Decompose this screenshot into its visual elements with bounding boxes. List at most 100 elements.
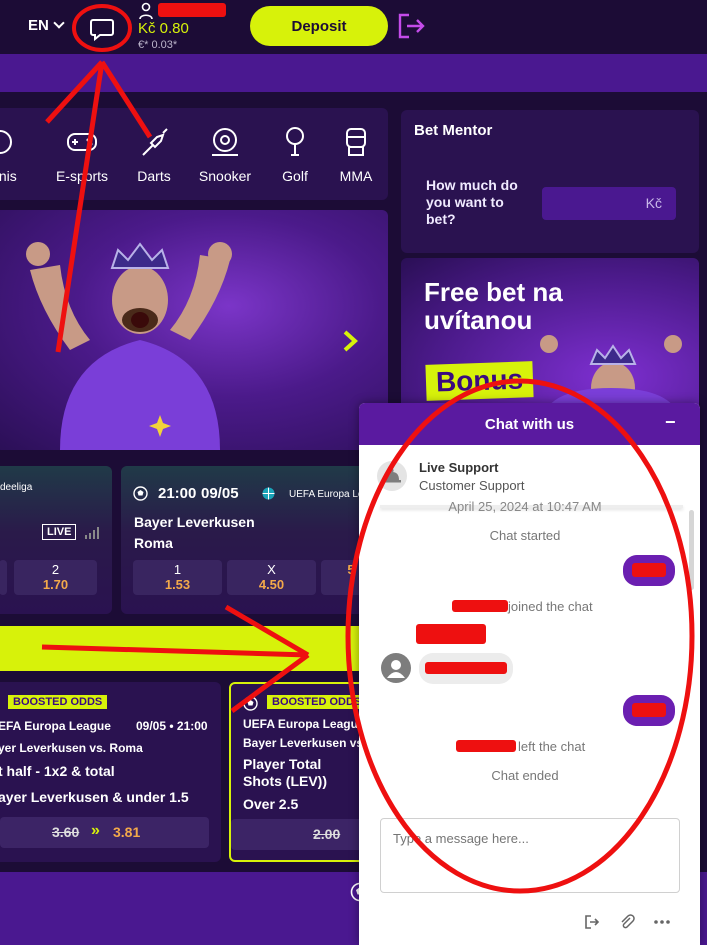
minimize-button[interactable]: − <box>665 412 676 433</box>
odds-key: 2 <box>51 562 60 577</box>
globe-icon <box>262 487 275 505</box>
chat-date: April 25, 2024 at 10:47 AM <box>448 499 602 514</box>
snooker-icon <box>190 124 260 160</box>
hero-banner[interactable] <box>0 210 388 450</box>
chat-header-title: Chat with us <box>359 403 700 445</box>
sport-label: Golf <box>282 168 308 184</box>
promo-strip <box>0 54 707 92</box>
sport-label: E-sports <box>55 168 109 184</box>
boosted-odds-button[interactable]: 3.60 » 3.81 <box>0 817 209 848</box>
boosted-selection: ayer Leverkusen & under 1.5 <box>0 789 189 805</box>
redacted-agent-name <box>456 740 516 752</box>
sport-label: Darts <box>137 168 171 184</box>
exit-chat-icon[interactable] <box>583 914 601 932</box>
sport-label: MMA <box>339 168 373 184</box>
joined-message: joined the chat <box>508 599 593 614</box>
chat-message-input[interactable] <box>380 818 680 893</box>
odds-value: 1.53 <box>164 577 191 592</box>
match-date: 09/05 <box>201 485 239 502</box>
logout-icon[interactable] <box>397 12 427 40</box>
odds-button[interactable]: X 4.50 <box>227 560 316 595</box>
odds-button[interactable] <box>0 560 7 595</box>
boosted-card[interactable]: BOOSTED ODDS UEFA Europa League Bayer Le… <box>229 682 369 862</box>
odds-value: 4.50 <box>258 577 285 592</box>
gamepad-icon <box>47 124 117 160</box>
odds-button[interactable]: 2 1.70 <box>14 560 97 595</box>
redacted-agent-name <box>452 600 508 612</box>
match-league: UEFA Europa Le <box>289 489 364 500</box>
boosted-league: EFA Europa League <box>0 719 111 733</box>
boosted-odds-tag: BOOSTED ODDS <box>267 695 367 709</box>
sport-label: Snooker <box>198 168 252 184</box>
soccer-ball-icon <box>133 486 148 506</box>
sport-esports[interactable]: E-sports <box>47 124 117 184</box>
double-chevron-icon: » <box>91 822 100 839</box>
bell-icon <box>377 461 407 491</box>
boosted-market: Player Total Shots (LEV)) <box>243 756 327 789</box>
deposit-button[interactable]: Deposit <box>250 6 388 46</box>
lime-promo-bar[interactable] <box>0 626 365 671</box>
signal-bars-icon <box>85 526 101 544</box>
odds-value: 1.70 <box>42 577 69 592</box>
language-label: EN <box>28 17 49 34</box>
more-options-icon[interactable] <box>653 914 671 932</box>
bet-mentor-title: Bet Mentor <box>414 122 493 139</box>
old-odds: 2.00 <box>313 826 341 842</box>
chevron-right-icon[interactable] <box>340 328 360 354</box>
old-odds: 3.60 <box>52 824 80 840</box>
bonus-balance: €* 0.03* <box>138 39 178 51</box>
match-time: 21:00 <box>158 485 197 502</box>
promo-title: Free bet na uvítanou <box>424 277 563 335</box>
tennis-icon <box>0 124 35 160</box>
sport-golf[interactable]: Golf <box>260 124 330 184</box>
boosted-match: yer Leverkusen vs. Roma <box>0 741 143 755</box>
golf-icon <box>260 124 330 160</box>
odds-button[interactable]: 1 1.53 <box>133 560 222 595</box>
celebrating-fan-image <box>26 242 232 450</box>
boosted-odds-button[interactable]: 2.00 <box>231 819 363 850</box>
chevron-down-icon <box>53 17 65 29</box>
bet-amount-input[interactable]: Kč <box>542 187 676 220</box>
chat-ended: Chat ended <box>491 768 559 783</box>
match-card[interactable]: 21:00 09/05 UEFA Europa Le Bayer Leverku… <box>121 466 366 614</box>
sport-label: ennis <box>0 168 17 184</box>
team-home: Bayer Leverkusen <box>134 514 255 530</box>
user-icon[interactable] <box>139 2 153 20</box>
language-selector[interactable]: EN <box>28 17 65 34</box>
mma-glove-icon <box>321 124 391 160</box>
chat-scrollbar[interactable] <box>689 510 694 590</box>
live-badge: LIVE <box>42 524 77 540</box>
boosted-odds-tag: BOOSTED ODDS <box>8 695 108 709</box>
odds-key: X <box>267 562 276 577</box>
outgoing-message <box>623 695 675 726</box>
chat-started: Chat started <box>489 528 561 543</box>
redacted-text <box>632 703 666 717</box>
boosted-match: Bayer Leverkusen vs <box>243 736 364 750</box>
agent-name: Live Support <box>419 460 499 475</box>
sport-mma[interactable]: MMA <box>321 124 391 184</box>
user-avatar-icon <box>381 653 411 683</box>
sport-snooker[interactable]: Snooker <box>190 124 260 184</box>
sport-darts[interactable]: Darts <box>119 124 189 184</box>
boosted-league: UEFA Europa League <box>243 717 365 731</box>
redacted-sender <box>416 624 486 644</box>
boosted-market: t half - 1x2 & total <box>0 763 115 779</box>
incoming-message <box>419 653 513 684</box>
match-league: deeliga <box>0 482 33 493</box>
darts-icon <box>119 124 189 160</box>
boosted-datetime: 09/05 • 21:00 <box>136 719 208 733</box>
boosted-selection: Over 2.5 <box>243 796 299 812</box>
chat-bubble-icon[interactable] <box>88 14 116 42</box>
redacted-username <box>158 3 226 17</box>
left-message: left the chat <box>518 739 586 754</box>
redacted-text <box>425 662 507 674</box>
bet-mentor-question: How much do you want to bet? <box>426 177 518 227</box>
promo-bonus-badge: Bonus <box>425 361 534 401</box>
soccer-ball-icon <box>243 696 258 716</box>
paperclip-icon[interactable] <box>618 914 636 932</box>
sport-tennis[interactable]: ennis <box>0 124 35 184</box>
new-odds: 3.81 <box>113 824 141 840</box>
balance: Kč 0.80 <box>138 20 189 37</box>
outgoing-message <box>623 555 675 586</box>
team-away: Roma <box>134 535 173 551</box>
